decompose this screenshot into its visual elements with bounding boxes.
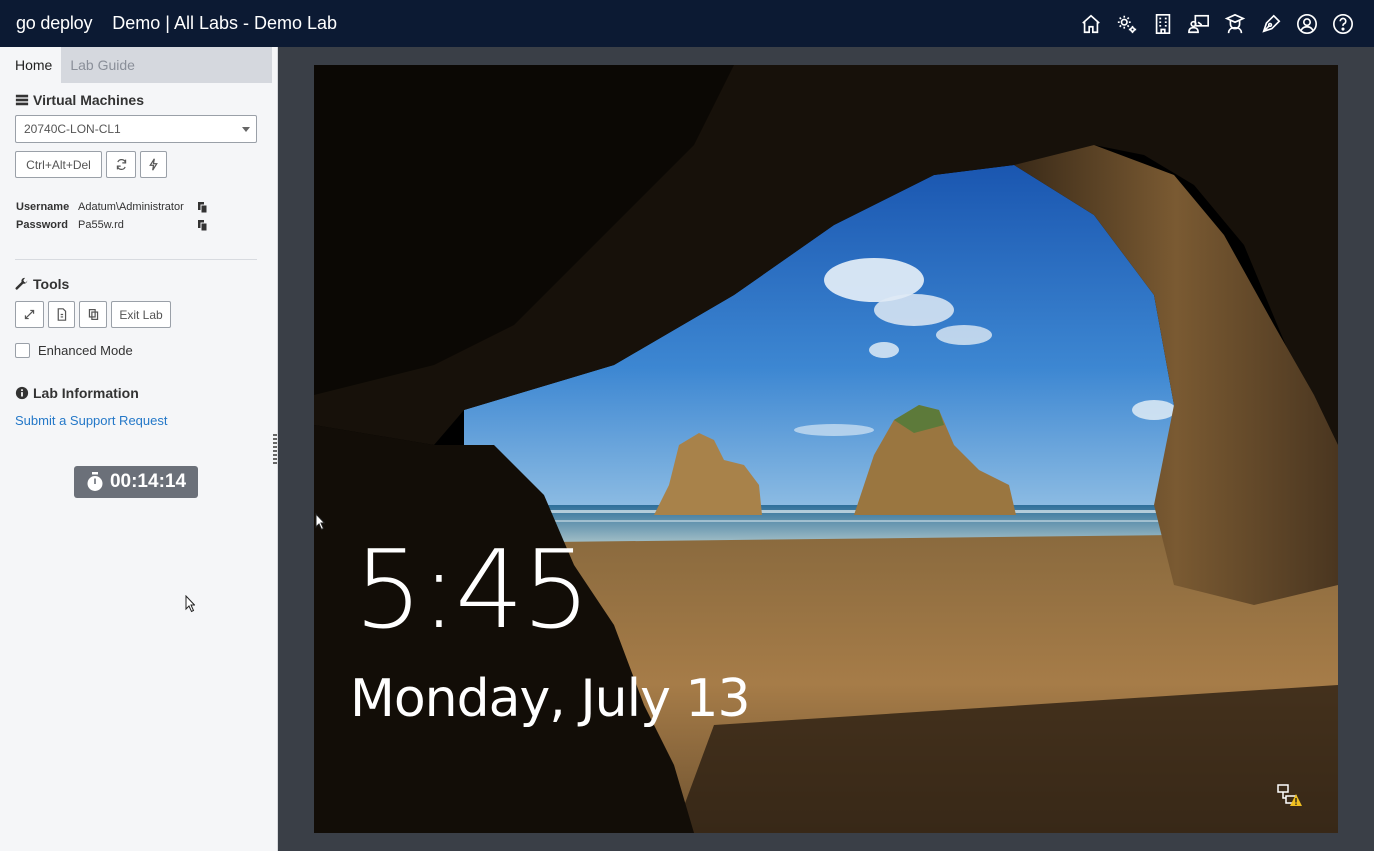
graduate-icon[interactable] [1224,13,1246,35]
lab-information-heading: Lab Information [15,385,139,401]
building-icon[interactable] [1152,13,1174,35]
sidebar-tabs: Home Lab Guide [6,47,272,83]
virtual-machines-heading: Virtual Machines [15,92,144,108]
home-icon[interactable] [1080,13,1102,35]
lab-information-title: Lab Information [33,385,139,401]
tab-lab-guide[interactable]: Lab Guide [61,47,144,83]
help-icon[interactable] [1332,13,1354,35]
pen-icon[interactable] [1260,13,1282,35]
sidebar-divider [15,259,257,260]
instructor-icon[interactable] [1188,13,1210,35]
info-icon [15,386,29,400]
password-row: Password Pa55w.rd [16,219,208,231]
copy-username-icon[interactable] [198,201,208,213]
vm-remote-display[interactable]: 5:45 Monday, July 13 [314,65,1338,833]
breadcrumb: Demo | All Labs - Demo Lab [112,13,338,33]
sidebar-resize-handle[interactable] [273,434,277,464]
password-value: Pa55w.rd [78,219,124,231]
virtual-machines-title: Virtual Machines [33,92,145,108]
bolt-icon [149,158,158,171]
network-warning-icon [1277,784,1302,806]
mouse-pointer-icon [315,513,325,531]
document-button[interactable] [48,301,75,328]
lab-timer: 00:14:14 [74,466,198,498]
account-icon[interactable] [1296,13,1318,35]
vm-select-dropdown[interactable]: 20740C-LON-CL1 [15,115,257,143]
fullscreen-button[interactable] [15,301,44,328]
expand-icon [24,309,35,320]
copy-icon [88,309,98,320]
settings-icon[interactable] [1116,13,1138,35]
exit-lab-button[interactable]: Exit Lab [111,301,171,328]
username-label: Username [16,201,70,213]
lock-screen-date: Monday, July 13 [350,669,751,729]
vm-select-value: 20740C-LON-CL1 [24,122,121,136]
username-value: Adatum\Administrator [78,201,184,213]
password-label: Password [16,219,68,231]
clipboard-button[interactable] [79,301,107,328]
username-row: Username Adatum\Administrator [16,201,208,213]
power-button[interactable] [140,151,167,178]
support-request-link[interactable]: Submit a Support Request [15,413,167,428]
tools-heading: Tools [15,276,69,292]
tab-home[interactable]: Home [6,47,62,83]
tools-title: Tools [33,276,70,292]
top-navbar: go deploy Demo | All Labs - Demo Lab [0,0,1374,47]
enhanced-mode-label: Enhanced Mode [38,343,133,358]
refresh-button[interactable] [106,151,136,178]
server-icon [15,94,29,106]
sidebar: Home Lab Guide Virtual Machines 20740C-L… [0,47,278,851]
copy-password-icon[interactable] [198,219,208,231]
stopwatch-icon [87,472,103,491]
brand-logo[interactable]: go deploy [16,13,92,34]
ctrl-alt-del-button[interactable]: Ctrl+Alt+Del [15,151,102,178]
top-icon-group [1080,0,1354,47]
document-icon [57,308,67,321]
chevron-down-icon [242,127,250,132]
timer-value: 00:14:14 [109,471,187,492]
enhanced-mode-toggle[interactable]: Enhanced Mode [15,343,133,358]
enhanced-mode-checkbox[interactable] [15,343,30,358]
mouse-pointer-icon [185,595,195,613]
lock-screen-time: 5:45 [354,528,591,653]
refresh-icon [116,159,126,170]
wrench-icon [15,277,28,290]
